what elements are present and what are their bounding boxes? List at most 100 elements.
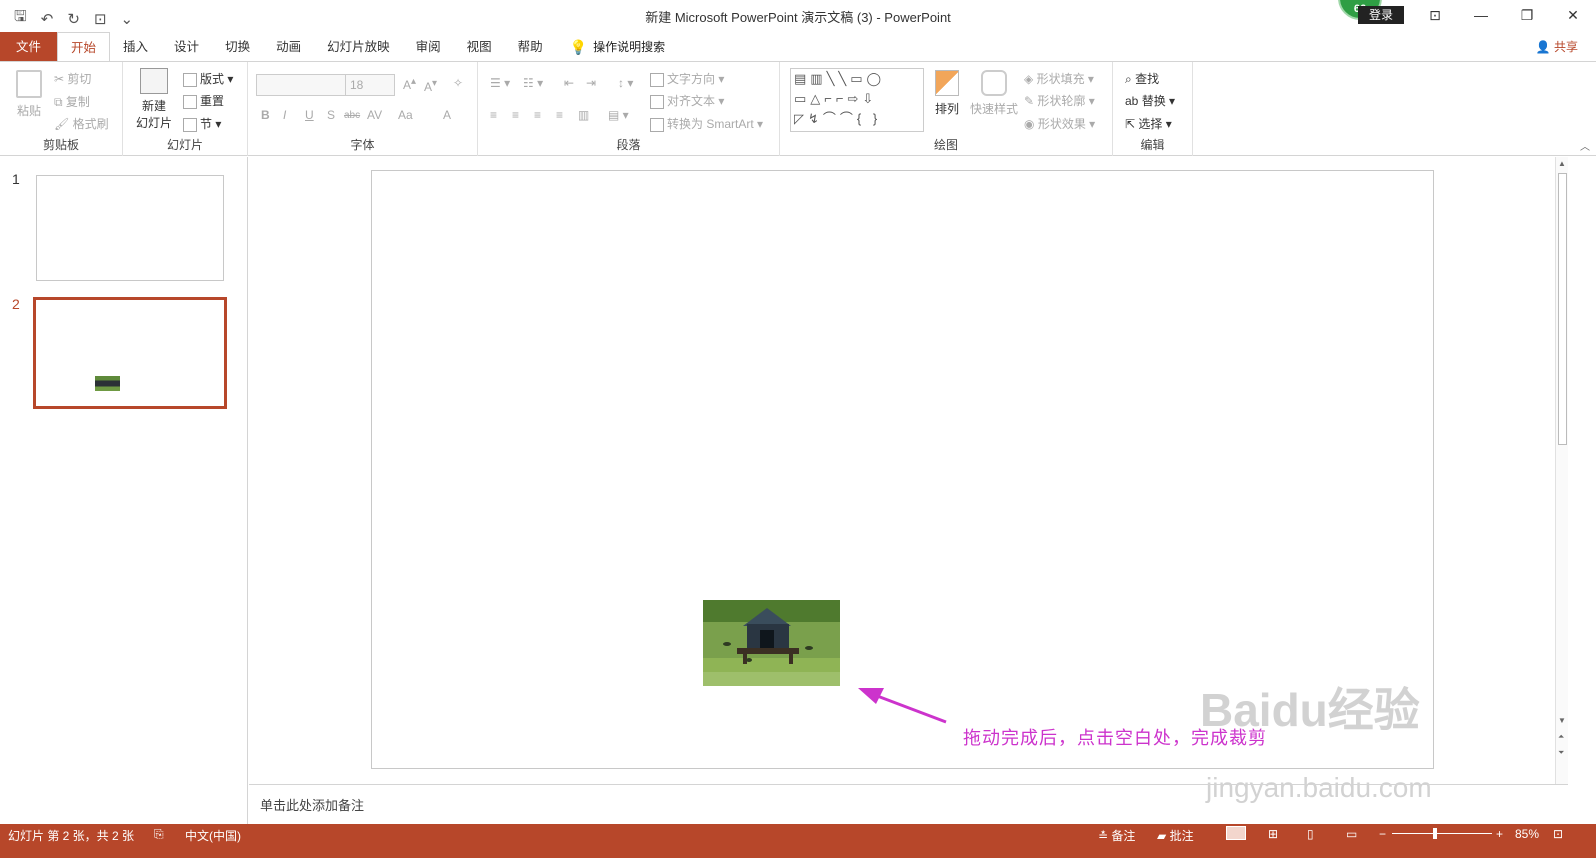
shape-fill-button[interactable]: ◈ 形状填充 ▾ [1024, 70, 1094, 87]
zoom-in-button[interactable]: + [1496, 827, 1503, 841]
zoom-out-button[interactable]: − [1379, 827, 1386, 841]
normal-view-button[interactable] [1226, 826, 1246, 840]
status-bar: 幻灯片 第 2 张，共 2 张 ⎘ 中文(中国) ≛ 备注 ▰ 批注 ⊞ ▯ ▭… [0, 824, 1596, 858]
bullets-button[interactable]: ☰ ▾ [490, 76, 510, 90]
justify-button[interactable]: ≡ [556, 108, 563, 122]
search-icon: ⌕ [1125, 72, 1136, 86]
zoom-level[interactable]: 85% [1515, 827, 1539, 841]
font-color-button[interactable]: A [443, 108, 451, 122]
convert-smartart-button[interactable]: 转换为 SmartArt ▾ [650, 115, 763, 132]
tab-home[interactable]: 开始 [57, 32, 111, 62]
section-icon [183, 117, 197, 132]
replace-button[interactable]: ab 替换 ▾ [1125, 92, 1175, 109]
restore-button[interactable]: ❐ [1504, 0, 1550, 30]
zoom-slider[interactable] [1392, 833, 1492, 834]
font-group-label: 字体 [350, 138, 375, 152]
align-right-button[interactable]: ≡ [534, 108, 541, 122]
shape-outline-button[interactable]: ✎ 形状轮廓 ▾ [1024, 92, 1095, 109]
underline-button[interactable]: U [305, 108, 314, 122]
window-controls: ⊡ — ❐ ✕ [1412, 0, 1596, 30]
tab-slideshow[interactable]: 幻灯片放映 [314, 32, 403, 62]
bold-button[interactable]: B [261, 108, 270, 122]
distribute-button[interactable]: ▥ [578, 108, 589, 122]
change-case-button[interactable]: Aa [398, 108, 413, 122]
minimize-button[interactable]: — [1458, 0, 1504, 30]
arrange-icon [935, 70, 959, 96]
format-painter-button[interactable]: 🖌 格式刷 [54, 115, 109, 132]
grow-font-button[interactable]: A▴ [403, 76, 416, 92]
collapse-ribbon-icon[interactable]: ︿ [1580, 138, 1590, 153]
character-spacing-button[interactable]: AV [367, 108, 382, 122]
layout-button[interactable]: 版式 ▾ [183, 70, 233, 87]
zoom-slider-thumb[interactable] [1433, 828, 1437, 839]
decrease-indent-button[interactable]: ⇤ [564, 76, 574, 90]
slide-thumbnail-2[interactable] [33, 297, 227, 409]
line-spacing-button[interactable]: ↕ ▾ [618, 76, 633, 90]
section-button[interactable]: 节 ▾ [183, 115, 221, 132]
cut-button[interactable]: ✂ 剪切 [54, 70, 91, 87]
shadow-button[interactable]: S [327, 108, 335, 122]
duck-house-picture[interactable] [703, 600, 840, 686]
shapes-gallery[interactable]: ▤▥╲╲▭◯ ▭△⌐⌐⇨⇩ ◸↯⌒⌒{ } [790, 68, 924, 132]
numbering-button[interactable]: ☷ ▾ [523, 76, 543, 90]
tab-design[interactable]: 设计 [161, 32, 212, 62]
new-slide-button[interactable]: 新建 幻灯片 [131, 68, 177, 131]
tab-view[interactable]: 视图 [454, 32, 505, 62]
vertical-scrollbar[interactable]: ▲ ▼ ⏶ ⏷ [1555, 157, 1568, 784]
slide-sorter-view-icon[interactable]: ⊞ [1268, 827, 1278, 841]
slide-thumbnail-1[interactable] [36, 175, 224, 281]
find-button[interactable]: ⌕ 查找 [1125, 70, 1159, 87]
reading-view-icon[interactable]: ▯ [1307, 827, 1314, 841]
paste-button[interactable]: 粘贴 [12, 70, 46, 119]
tab-help[interactable]: 帮助 [505, 32, 556, 62]
strikethrough-button[interactable]: abc [344, 110, 360, 121]
align-text-button[interactable]: 对齐文本 ▾ [650, 92, 724, 109]
scroll-down-icon[interactable]: ▼ [1558, 716, 1566, 725]
select-button[interactable]: ⇱ 选择 ▾ [1125, 115, 1172, 132]
tell-me-search[interactable]: 💡 操作说明搜索 [556, 32, 665, 62]
tab-transitions[interactable]: 切换 [212, 32, 263, 62]
text-direction-button[interactable]: 文字方向 ▾ [650, 70, 724, 87]
clear-formatting-button[interactable]: ✧ [453, 76, 463, 90]
quick-styles-button[interactable]: 快速样式 [968, 70, 1020, 117]
scroll-thumb[interactable] [1558, 173, 1567, 445]
notes-toggle[interactable]: ≛ 备注 [1098, 827, 1135, 844]
person-icon: 👤 [1535, 40, 1551, 54]
previous-slide-icon[interactable]: ⏶ [1558, 732, 1564, 742]
spellcheck-icon[interactable]: ⎘ [154, 827, 164, 842]
comments-label: 批注 [1169, 829, 1194, 843]
align-left-button[interactable]: ≡ [490, 108, 497, 122]
tab-insert[interactable]: 插入 [110, 32, 161, 62]
clipboard-group: 粘贴 ✂ 剪切 ⧉ 复制 🖌 格式刷 剪贴板 [0, 62, 123, 156]
layout-icon [183, 72, 197, 87]
align-center-button[interactable]: ≡ [512, 108, 519, 122]
shape-effects-label: 形状效果 [1037, 117, 1086, 131]
comments-toggle[interactable]: ▰ 批注 [1157, 827, 1194, 844]
increase-indent-button[interactable]: ⇥ [586, 76, 596, 90]
font-size-combo[interactable]: 18 [345, 74, 395, 96]
copy-button[interactable]: ⧉ 复制 [54, 93, 90, 110]
reset-button[interactable]: 重置 [183, 92, 224, 109]
new-slide-icon [140, 68, 168, 94]
tab-file[interactable]: 文件 [0, 32, 58, 62]
shapes-row-2: ▭△⌐⌐⇨⇩ [794, 91, 878, 106]
share-button[interactable]: 👤 共享 [1536, 32, 1578, 62]
italic-button[interactable]: I [283, 108, 286, 122]
font-name-combo[interactable] [256, 74, 346, 96]
next-slide-icon[interactable]: ⏷ [1558, 748, 1564, 758]
shrink-font-button[interactable]: A▾ [424, 78, 437, 94]
close-button[interactable]: ✕ [1550, 0, 1596, 30]
ribbon-display-options-button[interactable]: ⊡ [1412, 0, 1458, 30]
arrange-button[interactable]: 排列 [930, 70, 964, 117]
shape-effects-button[interactable]: ◉ 形状效果 ▾ [1024, 115, 1095, 132]
slideshow-view-icon[interactable]: ▭ [1346, 827, 1357, 841]
notes-pane[interactable]: 单击此处添加备注 [249, 784, 1568, 824]
login-button[interactable]: 登录 [1358, 6, 1404, 24]
tab-animations[interactable]: 动画 [263, 32, 314, 62]
reset-label: 重置 [200, 94, 225, 108]
language-indicator[interactable]: 中文(中国) [185, 827, 241, 844]
scroll-up-icon[interactable]: ▲ [1558, 159, 1566, 168]
fit-to-window-icon[interactable]: ⊡ [1553, 827, 1563, 841]
tab-review[interactable]: 审阅 [403, 32, 454, 62]
columns-button[interactable]: ▤ ▾ [608, 108, 629, 122]
